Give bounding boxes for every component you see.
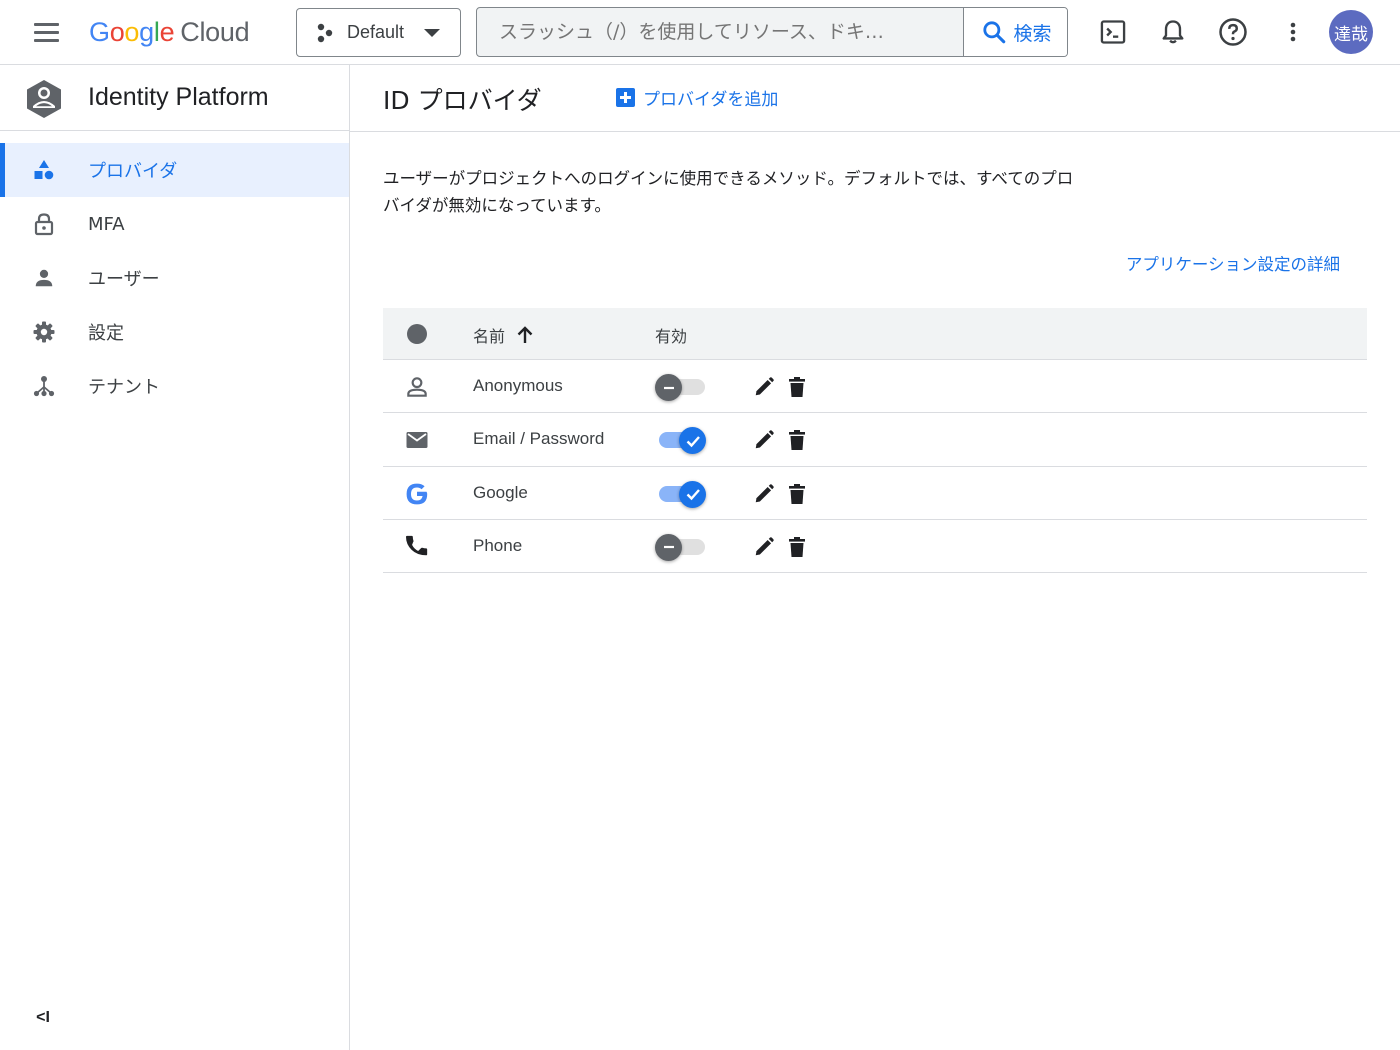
table-row: Email / Password (383, 413, 1367, 467)
logo-google-word: Google (89, 17, 175, 47)
provider-enabled-toggle[interactable] (655, 533, 707, 561)
help-icon (1219, 18, 1247, 46)
google-cloud-logo[interactable]: Google Cloud (89, 14, 250, 50)
top-bar: GoogleCloud Default 検索 (0, 0, 1400, 65)
provider-enabled-toggle[interactable] (655, 373, 707, 401)
pencil-icon (755, 377, 774, 396)
project-icon (317, 23, 333, 42)
more-vert-icon (1290, 22, 1296, 42)
sidebar-item-label: 設定 (88, 323, 124, 344)
provider-name: Google (473, 482, 528, 502)
pencil-icon (755, 537, 774, 556)
pencil-icon (755, 483, 774, 502)
sidebar: Identity Platform プロバイダ MFA ユーザー 設定 テナント… (0, 65, 350, 1050)
provider-name: Phone (473, 535, 523, 555)
bell-icon (1162, 20, 1184, 44)
help-button[interactable] (1213, 12, 1253, 52)
sidebar-item-settings[interactable]: 設定 (0, 305, 349, 359)
main-content: ID プロバイダ プロバイダを追加 ユーザーがプロジェクトへのログインに使用でき… (350, 65, 1400, 1050)
table-row: Anonymous (383, 360, 1367, 414)
edit-button[interactable] (751, 427, 777, 453)
notifications-button[interactable] (1153, 12, 1193, 52)
table-row: Google (383, 467, 1367, 520)
add-box-icon (616, 88, 635, 107)
delete-button[interactable] (784, 427, 810, 453)
delete-button[interactable] (784, 374, 810, 400)
mail-icon (403, 427, 431, 453)
project-picker[interactable]: Default (296, 8, 461, 57)
project-name: Default (347, 22, 405, 42)
add-provider-label: プロバイダを追加 (643, 90, 779, 110)
person-outline-icon (403, 374, 431, 400)
shapes-icon (31, 157, 57, 183)
sidebar-item-mfa[interactable]: MFA (0, 197, 349, 251)
sidebar-item-label: MFA (88, 213, 125, 235)
edit-button[interactable] (751, 481, 777, 507)
edit-button[interactable] (751, 534, 777, 560)
toggle-off-icon (655, 374, 682, 401)
chevron-down-icon (424, 29, 440, 37)
collapse-sidebar-button[interactable]: <I (28, 1003, 58, 1033)
trash-icon (789, 536, 805, 557)
search-bar: 検索 (476, 7, 1068, 57)
provider-name: Email / Password (473, 429, 605, 449)
sidebar-item-users[interactable]: ユーザー (0, 251, 349, 305)
column-header-name[interactable]: 名前 (473, 323, 535, 347)
delete-button[interactable] (784, 534, 810, 560)
gear-icon (31, 319, 57, 345)
trash-icon (789, 430, 805, 451)
main-menu-button[interactable] (22, 14, 70, 50)
person-icon (31, 265, 57, 291)
account-avatar[interactable]: 達哉 (1329, 10, 1373, 54)
search-button[interactable]: 検索 (963, 8, 1067, 56)
search-button-label: 検索 (1013, 22, 1052, 45)
sidebar-item-label: プロバイダ (88, 161, 178, 182)
phone-icon (403, 534, 431, 560)
application-settings-link[interactable]: アプリケーション設定の詳細 (1126, 251, 1340, 275)
page-header: ID プロバイダ プロバイダを追加 (350, 65, 1400, 132)
page-title: ID プロバイダ (383, 86, 542, 115)
provider-enabled-toggle[interactable] (655, 480, 707, 508)
check-icon (679, 427, 706, 455)
column-header-label: 名前 (473, 327, 506, 346)
check-icon (679, 480, 706, 508)
trash-icon (789, 483, 805, 504)
sidebar-nav: プロバイダ MFA ユーザー 設定 テナント (0, 143, 349, 413)
lock-icon (31, 211, 57, 237)
logo-cloud-word: Cloud (180, 17, 250, 47)
more-options-button[interactable] (1273, 12, 1313, 52)
column-header-enabled: 有効 (655, 327, 688, 346)
identity-platform-logo-icon (27, 80, 61, 118)
product-header: Identity Platform (0, 65, 349, 131)
table-header: 名前 有効 (383, 308, 1367, 360)
collapse-icon: <I (36, 1009, 50, 1026)
table-row: Phone (383, 520, 1367, 574)
sidebar-item-label: テナント (88, 377, 160, 398)
status-column-icon (407, 324, 427, 344)
trash-icon (789, 377, 805, 397)
search-icon (983, 21, 1006, 44)
toggle-off-icon (655, 533, 682, 561)
delete-button[interactable] (784, 481, 810, 507)
page-description: ユーザーがプロジェクトへのログインに使用できるメソッド。デフォルトでは、すべての… (383, 169, 1074, 215)
terminal-icon (1100, 20, 1126, 44)
cloud-shell-button[interactable] (1093, 12, 1133, 52)
pencil-icon (755, 430, 774, 449)
sidebar-item-label: ユーザー (88, 269, 160, 290)
sidebar-item-providers[interactable]: プロバイダ (0, 143, 349, 197)
add-provider-button[interactable]: プロバイダを追加 (616, 85, 778, 110)
provider-name: Anonymous (473, 376, 563, 395)
providers-table: 名前 有効 Anonymous Email / Password Google … (383, 308, 1367, 574)
product-title: Identity Platform (88, 83, 269, 111)
provider-enabled-toggle[interactable] (655, 426, 707, 455)
google-icon (403, 481, 431, 507)
arrow-up-icon (517, 326, 533, 343)
edit-button[interactable] (751, 374, 777, 400)
sidebar-item-tenants[interactable]: テナント (0, 359, 349, 413)
search-input[interactable] (477, 8, 963, 56)
tenant-icon (31, 373, 57, 399)
